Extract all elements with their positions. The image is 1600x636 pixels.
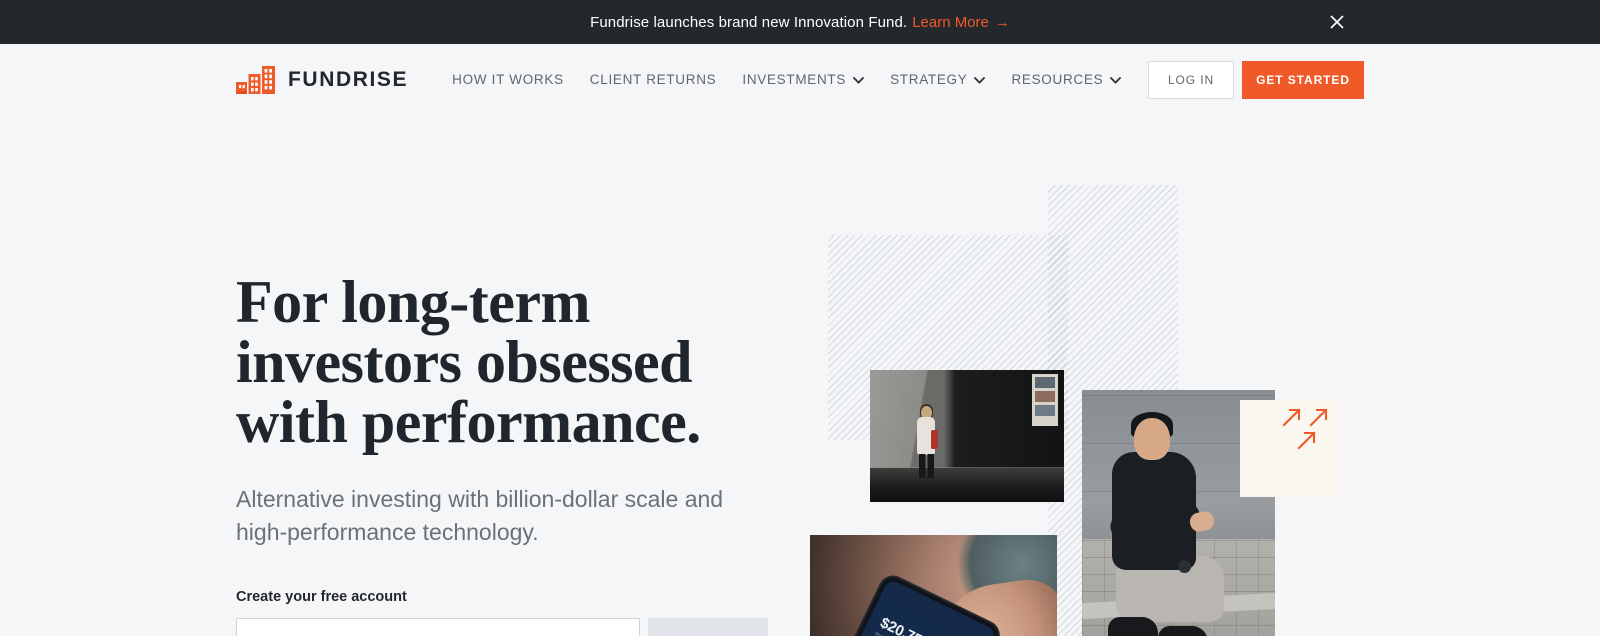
photo-layer-watch (1178, 560, 1191, 573)
signup-form (236, 618, 796, 636)
close-icon (1330, 15, 1344, 29)
diagonal-arrows-decoration (1280, 405, 1340, 460)
buildings-icon (236, 65, 275, 94)
close-banner-button[interactable] (1326, 11, 1348, 33)
photo-layer-person (913, 400, 939, 478)
arrow-right-icon: → (994, 13, 1010, 31)
signup-form-label: Create your free account (236, 589, 407, 606)
photo-layer-shoe (1108, 617, 1158, 636)
photo-layer-shoe (1158, 626, 1208, 636)
hero-image-collage: $20,750 Portfolio balance (780, 115, 1600, 636)
photo-layer-legs (919, 454, 934, 478)
chevron-down-icon (1110, 77, 1122, 84)
nav-label: INVESTMENTS (742, 72, 847, 87)
brand-logo[interactable]: FUNDRISE (236, 65, 408, 95)
nav-label: HOW IT WORKS (452, 72, 564, 87)
announcement-banner: Fundrise launches brand new Innovation F… (0, 0, 1600, 44)
nav-label: CLIENT RETURNS (589, 72, 717, 87)
photo-woman-walking (870, 370, 1064, 502)
nav-item-client-returns[interactable]: CLIENT RETURNS (590, 72, 717, 87)
site-header: FUNDRISE HOW IT WORKS CLIENT RETURNS INV… (0, 44, 1600, 115)
photo-layer-bag (931, 430, 938, 449)
page-title: For long-term investors obsessed with pe… (236, 269, 701, 455)
nav-item-resources[interactable]: RESOURCES (1011, 72, 1122, 87)
log-in-button[interactable]: LOG IN (1148, 60, 1234, 99)
brand-name: FUNDRISE (288, 67, 409, 91)
photo-layer-ground (870, 468, 1064, 502)
hero-section: For long-term investors obsessed with pe… (0, 115, 1600, 636)
nav-label: RESOURCES (1011, 72, 1104, 87)
chevron-down-icon (974, 77, 986, 84)
signup-submit-button[interactable] (648, 618, 768, 636)
main-navigation: HOW IT WORKS CLIENT RETURNS INVESTMENTS … (452, 72, 1122, 87)
email-input[interactable] (236, 618, 640, 636)
photo-phone-in-hand: $20,750 Portfolio balance (810, 535, 1057, 636)
nav-item-how-it-works[interactable]: HOW IT WORKS (452, 72, 564, 87)
hero-copy: For long-term investors obsessed with pe… (236, 272, 796, 636)
header-actions: LOG IN GET STARTED (1148, 60, 1364, 99)
hero-subheadline: Alternative investing with billion-dolla… (236, 486, 724, 545)
diagonal-arrows-icon (1282, 408, 1328, 450)
nav-item-investments[interactable]: INVESTMENTS (742, 72, 864, 87)
announcement-text: Fundrise launches brand new Innovation F… (590, 13, 908, 31)
chevron-down-icon (853, 77, 864, 84)
nav-label: STRATEGY (890, 72, 968, 87)
learn-more-link[interactable]: Learn More (912, 14, 989, 31)
photo-layer-poster (1032, 374, 1058, 426)
get-started-button[interactable]: GET STARTED (1242, 60, 1364, 99)
phone-balance-amount: $20,750 (877, 614, 932, 636)
photo-layer-head (1134, 418, 1170, 460)
nav-item-strategy[interactable]: STRATEGY (890, 72, 986, 87)
